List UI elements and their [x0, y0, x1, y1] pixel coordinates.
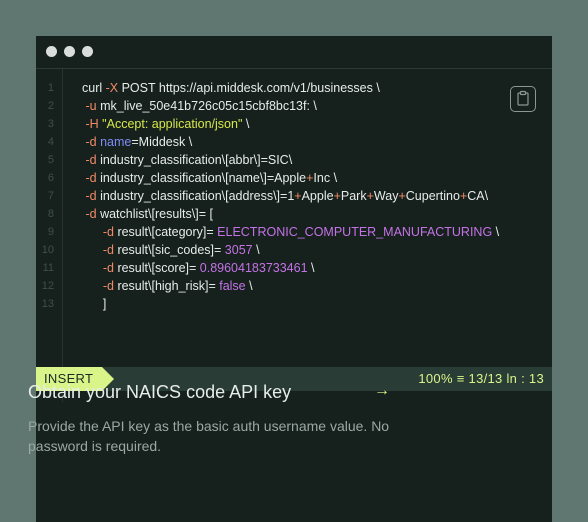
clipboard-icon	[517, 90, 529, 106]
code-text: -d result\[score]= 0.89604183733461 \	[102, 261, 315, 275]
code-line: 2 -u mk_live_50e41b726c05c15cbf8bc13f: \	[36, 97, 552, 115]
cursor-position: 100% ≡ 13/13 ln : 13	[418, 371, 544, 386]
window-titlebar	[36, 36, 552, 69]
line-number: 4	[47, 136, 54, 148]
code-text: ]	[102, 297, 107, 311]
code-text: -H "Accept: application/json" \	[85, 117, 250, 131]
code-line: 10 -d result\[sic_codes]= 3057 \	[36, 241, 552, 259]
code-editor: 1 curl -X POST https://api.middesk.com/v1…	[36, 69, 552, 402]
code-line: 8 -d watchlist\[results\]= [	[36, 205, 552, 223]
code-line: 9 -d result\[category]= ELECTRONIC_COMPU…	[36, 223, 552, 241]
code-line: 6 -d industry_classification\[name\]=App…	[36, 169, 552, 187]
window-dot-3	[82, 46, 93, 57]
code-text: -d result\[sic_codes]= 3057 \	[102, 243, 260, 257]
code-text: -d result\[category]= ELECTRONIC_COMPUTE…	[102, 225, 500, 239]
code-line: 12 -d result\[high_risk]= false \	[36, 277, 552, 295]
code-line: 3 -H "Accept: application/json" \	[36, 115, 552, 133]
window-dot-1	[46, 46, 57, 57]
code-text: -u mk_live_50e41b726c05c15cbf8bc13f: \	[85, 99, 317, 113]
code-line: 1 curl -X POST https://api.middesk.com/v1…	[36, 79, 552, 97]
line-number: 11	[42, 262, 54, 274]
copy-button[interactable]	[510, 86, 536, 112]
line-number: 2	[47, 100, 54, 112]
line-number: 5	[47, 154, 54, 166]
line-number: 9	[47, 226, 54, 238]
line-number: 6	[47, 172, 54, 184]
code-text: -d industry_classification\[address\]=1+…	[85, 189, 489, 203]
line-number: 8	[47, 208, 54, 220]
window-dot-2	[64, 46, 75, 57]
line-number: 13	[41, 298, 54, 310]
code-text: -d industry_classification\[name\]=Apple…	[85, 171, 338, 185]
code-text: curl -X POST https://api.middesk.com/v1/…	[82, 81, 380, 95]
code-line: 13 ]	[36, 295, 552, 313]
code-line: 11 -d result\[score]= 0.89604183733461 \	[36, 259, 552, 277]
code-line: 7 -d industry_classification\[address\]=…	[36, 187, 552, 205]
code-text: -d result\[high_risk]= false \	[102, 279, 253, 293]
line-number: 10	[41, 244, 54, 256]
line-number: 1	[47, 82, 54, 94]
code-line: 4 -d name=Middesk \	[36, 133, 552, 151]
arrow-right-icon[interactable]: →	[374, 382, 390, 400]
code-text: -d watchlist\[results\]= [	[85, 207, 213, 221]
card-title: Obtain your NAICS code API key	[28, 382, 292, 402]
code-text: -d industry_classification\[abbr\]=SIC\	[85, 153, 293, 167]
card-description: Provide the API key as the basic auth us…	[28, 418, 390, 454]
code-line: 5 -d industry_classification\[abbr\]=SIC…	[36, 151, 552, 169]
line-number: 12	[41, 280, 54, 292]
code-text: -d name=Middesk \	[85, 135, 193, 149]
line-number: 3	[47, 118, 54, 130]
line-number: 7	[47, 190, 54, 202]
